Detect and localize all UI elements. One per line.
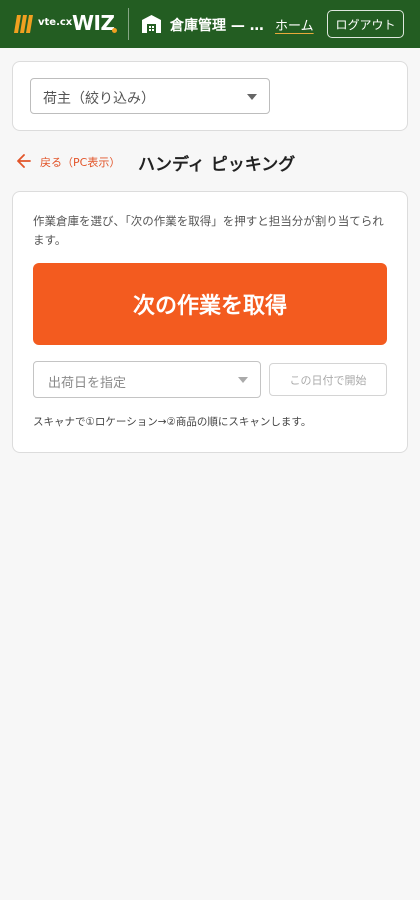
home-link[interactable]: ホーム — [275, 15, 314, 34]
app-header: vte.cx WIZ 倉庫管理 — … ホーム ログアウト — [0, 0, 420, 48]
back-link[interactable]: 戻る（PC表示） — [40, 154, 120, 170]
filter-card: 荷主（絞り込み） — [12, 61, 408, 131]
shipper-filter-value: 荷主（絞り込み） — [43, 91, 155, 107]
ship-date-select[interactable]: 出荷日を指定 — [33, 361, 261, 398]
page-title: ハンディ ピッキング — [138, 155, 296, 175]
stripes-logo-icon — [14, 15, 33, 33]
scan-hint-text: スキャナで①ロケーション→②商品の順にスキャンします。 — [33, 416, 312, 428]
instructions-text: 作業倉庫を選び、「次の作業を取得」を押すと担当分が割り当てられます。 — [33, 214, 384, 247]
ship-date-placeholder: 出荷日を指定 — [48, 376, 127, 391]
header-divider — [128, 8, 129, 40]
get-next-task-button[interactable]: 次の作業を取得 — [33, 263, 387, 345]
warehouse-icon — [142, 15, 161, 33]
arrow-left-icon[interactable] — [17, 154, 31, 168]
brand-name: WIZ — [72, 11, 115, 35]
logout-button[interactable]: ログアウト — [327, 10, 404, 38]
chevron-down-icon — [247, 94, 257, 100]
start-with-date-button[interactable]: この日付で開始 — [269, 363, 387, 396]
chevron-down-icon — [238, 377, 248, 383]
app-title: 倉庫管理 — … — [170, 18, 264, 34]
shipper-filter-select[interactable]: 荷主（絞り込み） — [30, 78, 270, 114]
picking-card: 作業倉庫を選び、「次の作業を取得」を押すと担当分が割り当てられます。 次の作業を… — [12, 191, 408, 453]
brand-accent-dot — [112, 28, 117, 33]
brand-name-small: vte.cx — [38, 17, 73, 28]
